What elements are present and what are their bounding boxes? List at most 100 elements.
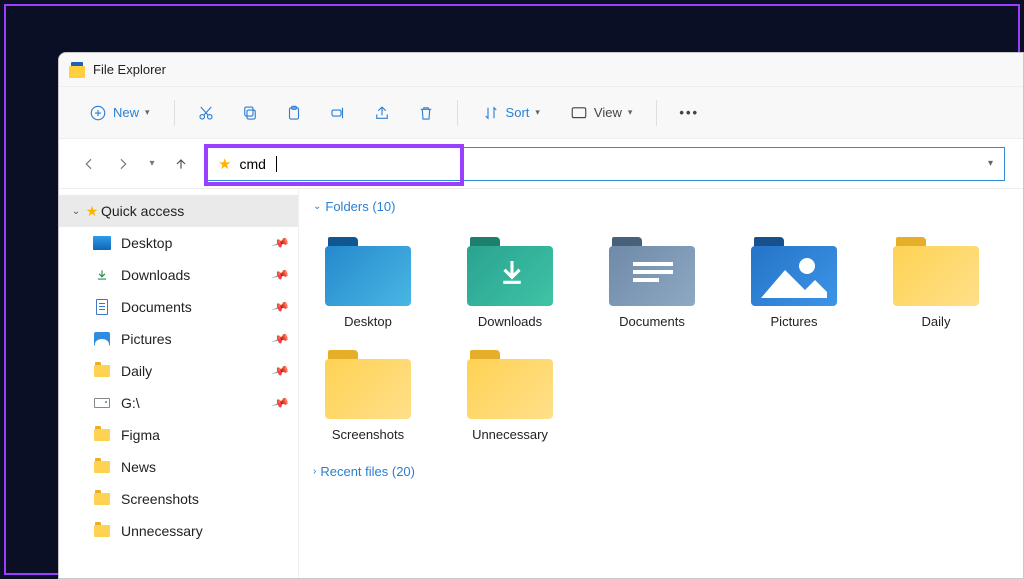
folder-item[interactable]: Screenshots [313,347,423,442]
folder-item[interactable]: Daily [881,234,991,329]
titlebar[interactable]: File Explorer [59,53,1023,87]
chevron-right-icon: › [313,466,316,477]
sidebar-quick-access[interactable]: ⌄ ★ Quick access [59,195,298,227]
sidebar-item[interactable]: G:\ 📌 [59,387,298,419]
folder-icon [609,234,695,306]
pin-icon: 📌 [271,393,290,412]
sidebar-item[interactable]: News [59,451,298,483]
back-button[interactable] [75,150,103,178]
sidebar-item[interactable]: Figma [59,419,298,451]
sidebar: ⌄ ★ Quick access Desktop📌Downloads📌Docum… [59,189,299,578]
folder-name: Screenshots [332,427,404,442]
pic-icon [93,330,111,348]
sidebar-item-label: Desktop [121,235,263,251]
new-button[interactable]: New ▾ [79,98,160,128]
new-label: New [113,105,139,120]
pin-icon: 📌 [271,297,290,316]
content-pane: ⌄ Folders (10) Desktop Downloads Documents… [299,189,1023,578]
forward-button[interactable] [109,150,137,178]
delete-button[interactable] [409,98,443,128]
sidebar-item-label: News [121,459,288,475]
chevron-down-icon: ▾ [628,107,633,118]
chevron-down-icon: ⌄ [313,201,321,212]
pin-icon: 📌 [271,329,290,348]
recent-section-label: Recent files (20) [320,464,415,479]
folder-icon [93,426,111,444]
pin-icon: 📌 [271,233,290,252]
folder-name: Desktop [344,314,392,329]
view-label: View [594,105,622,120]
folder-name: Unnecessary [472,427,548,442]
folder-icon [93,522,111,540]
view-button[interactable]: View ▾ [560,98,642,128]
sidebar-item-label: G:\ [121,395,263,411]
download-icon [93,266,111,284]
nav-row: ▾ ★ cmd ▾ [59,139,1023,189]
sort-button[interactable]: Sort ▾ [472,98,550,128]
sidebar-item-label: Unnecessary [121,523,288,539]
folder-name: Downloads [478,314,542,329]
more-button[interactable]: ••• [671,99,707,126]
address-bar[interactable]: ★ cmd ▾ [207,147,1005,181]
copy-button[interactable] [233,98,267,128]
cut-button[interactable] [189,98,223,128]
drive-icon [93,394,111,412]
folder-name: Pictures [771,314,818,329]
sidebar-item-label: Downloads [121,267,263,283]
sidebar-item[interactable]: Desktop 📌 [59,227,298,259]
folder-item[interactable]: Desktop [313,234,423,329]
pin-icon: 📌 [271,361,290,380]
sidebar-item-label: Pictures [121,331,263,347]
folder-icon [325,347,411,419]
star-icon: ★ [83,203,101,220]
sidebar-item[interactable]: Downloads 📌 [59,259,298,291]
chevron-down-icon: ▾ [145,107,150,118]
folder-icon [93,490,111,508]
recent-section-toggle[interactable]: › Recent files (20) [313,464,1009,479]
star-icon: ★ [218,155,231,173]
pin-icon: 📌 [271,265,290,284]
sidebar-item-label: Screenshots [121,491,288,507]
text-cursor [276,156,277,172]
folder-grid: Desktop Downloads Documents Pictures Daily Sc… [313,234,1009,442]
doc-icon [93,298,111,316]
desktop-icon [93,234,111,252]
sidebar-item[interactable]: Daily 📌 [59,355,298,387]
sort-label: Sort [506,105,530,120]
address-input-text: cmd [239,156,265,172]
folder-icon [467,347,553,419]
folder-name: Documents [619,314,685,329]
sidebar-item[interactable]: Unnecessary [59,515,298,547]
folder-icon [893,234,979,306]
sidebar-item[interactable]: Pictures 📌 [59,323,298,355]
chevron-down-icon: ▾ [535,107,540,118]
folders-section-label: Folders (10) [325,199,395,214]
up-button[interactable] [167,150,195,178]
folders-section-toggle[interactable]: ⌄ Folders (10) [313,199,1009,214]
folder-item[interactable]: Documents [597,234,707,329]
recent-locations-button[interactable]: ▾ [143,150,161,178]
sidebar-item[interactable]: Documents 📌 [59,291,298,323]
folder-item[interactable]: Unnecessary [455,347,565,442]
rename-button[interactable] [321,98,355,128]
paste-button[interactable] [277,98,311,128]
folder-icon [93,458,111,476]
sidebar-item-label: Daily [121,363,263,379]
folder-item[interactable]: Pictures [739,234,849,329]
folder-icon [751,234,837,306]
sidebar-item[interactable]: Screenshots [59,483,298,515]
share-button[interactable] [365,98,399,128]
chevron-down-icon: ⌄ [69,206,83,217]
quick-access-label: Quick access [101,203,288,219]
file-explorer-window: File Explorer New ▾ Sort [58,52,1024,579]
folder-name: Daily [922,314,951,329]
address-dropdown-button[interactable]: ▾ [977,158,1004,169]
folder-icon [93,362,111,380]
file-explorer-icon [69,62,85,78]
sidebar-item-label: Documents [121,299,263,315]
folder-item[interactable]: Downloads [455,234,565,329]
toolbar: New ▾ Sort ▾ View ▾ [59,87,1023,139]
folder-icon [467,234,553,306]
sidebar-item-label: Figma [121,427,288,443]
window-title: File Explorer [93,62,166,77]
